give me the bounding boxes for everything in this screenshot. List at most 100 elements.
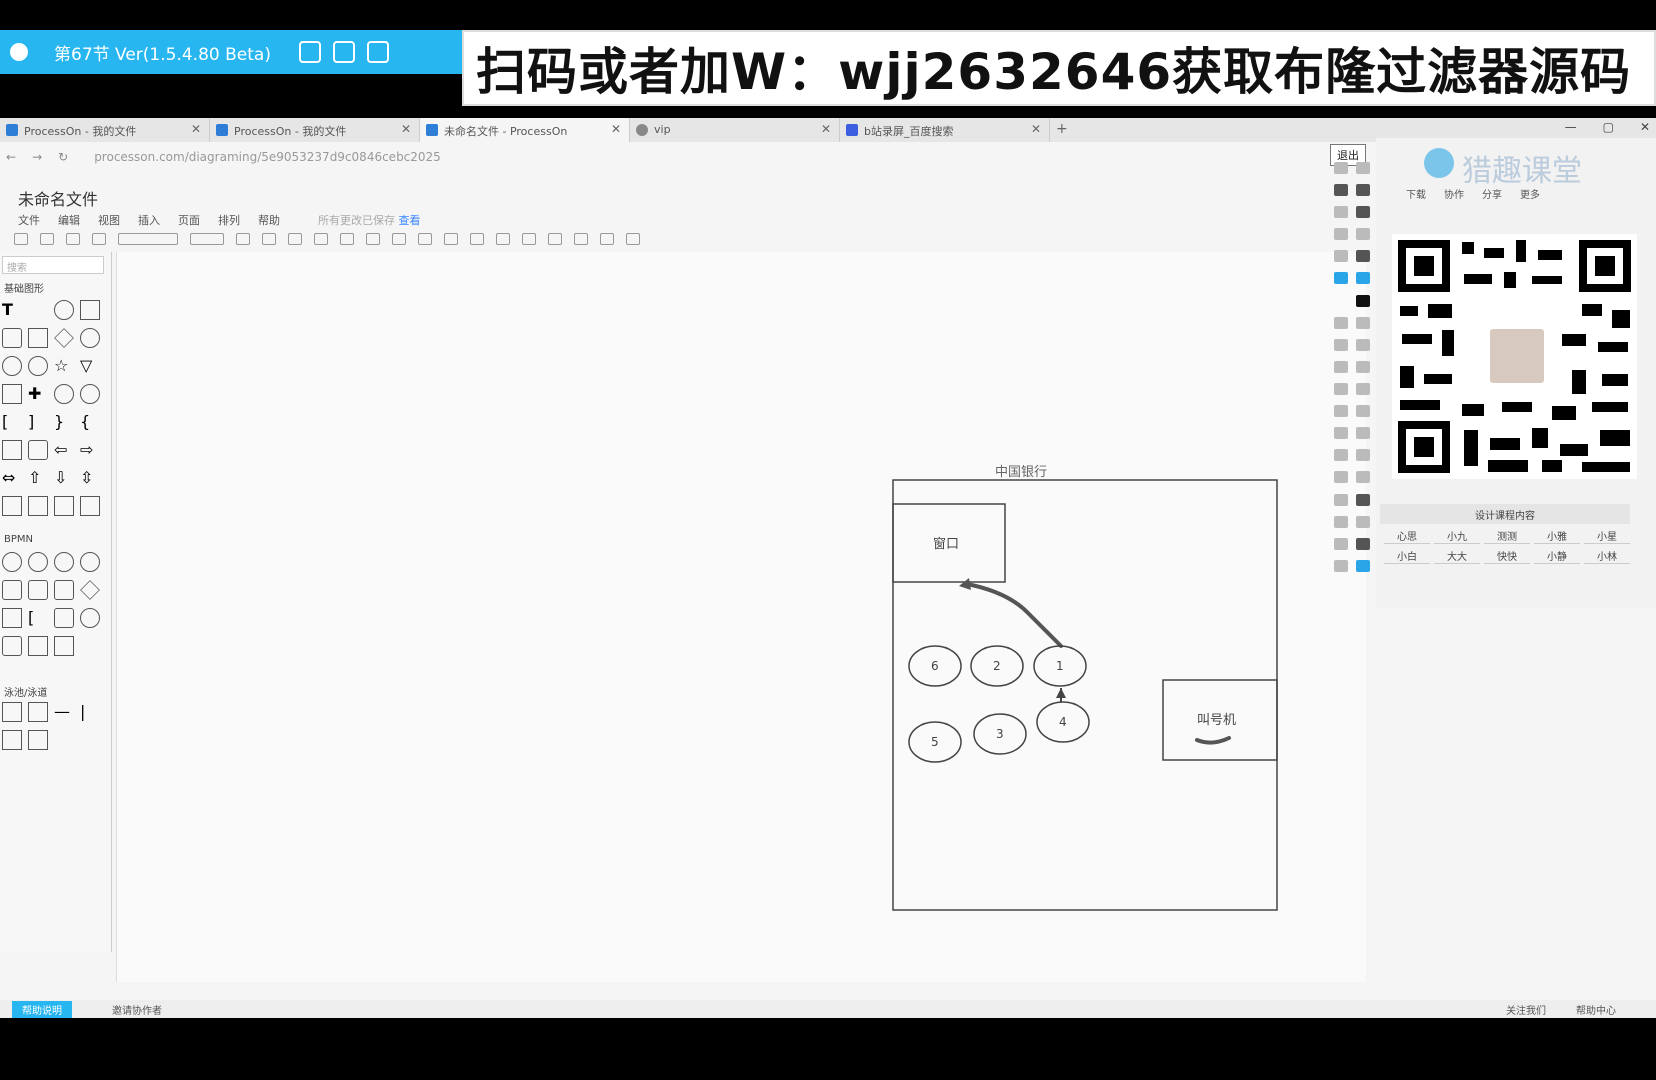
horizontal-separator-icon[interactable]: — (54, 702, 74, 722)
u-turn-shape-icon[interactable] (2, 496, 22, 516)
info-icon[interactable] (1356, 559, 1370, 572)
end-event-icon[interactable] (54, 552, 74, 572)
zoom-out-icon[interactable] (1356, 471, 1370, 484)
category-swimlane[interactable]: 泳池/泳道 (4, 684, 47, 699)
font-color-icon[interactable] (314, 233, 328, 245)
close-tab-icon[interactable]: ✕ (821, 122, 831, 136)
gateway-icon[interactable] (80, 580, 100, 600)
crop-tool-icon[interactable] (1334, 449, 1348, 462)
diagram-canvas[interactable]: 中国银行 窗口 叫号机 1 2 3 4 5 6 (116, 252, 1366, 982)
parallelogram-shape-icon[interactable] (2, 384, 22, 404)
font-family-select[interactable] (118, 233, 178, 245)
close-window-icon[interactable]: ✕ (1640, 120, 1650, 134)
dot-small-icon[interactable] (1356, 162, 1370, 174)
star-shape-icon[interactable]: ☆ (54, 356, 74, 376)
diamond-shape-icon[interactable] (54, 328, 74, 348)
check-tool-icon[interactable] (1334, 427, 1348, 440)
bracket-left-shape-icon[interactable]: [ (2, 412, 22, 432)
bold-icon[interactable] (236, 233, 250, 245)
vertical-lane-icon[interactable] (28, 702, 48, 722)
brace-right-shape-icon[interactable]: } (54, 412, 74, 432)
pentagon-shape-icon[interactable] (80, 328, 100, 348)
text-shape-icon[interactable]: T (2, 300, 22, 320)
close-tab-icon[interactable]: ✕ (611, 122, 621, 136)
mosaic-tool-icon[interactable] (1356, 360, 1370, 373)
dot-large-icon[interactable] (1356, 184, 1370, 197)
u-turn-2-shape-icon[interactable] (28, 496, 48, 516)
circle-shape-icon[interactable] (54, 300, 74, 320)
browser-tab-active[interactable]: 未命名文件 - ProcessOn ✕ (420, 118, 630, 142)
close-tab-icon[interactable]: ✕ (191, 122, 201, 136)
teacher-name[interactable]: 小白 (1384, 548, 1430, 564)
group-icon[interactable] (600, 233, 614, 245)
minimize-icon[interactable]: — (1565, 120, 1577, 134)
fill-icon[interactable] (366, 233, 380, 245)
call-activity-icon[interactable] (54, 580, 74, 600)
blur-tool-icon[interactable] (1356, 383, 1370, 396)
subprocess-icon[interactable] (28, 580, 48, 600)
arrow-tool-icon[interactable] (1356, 338, 1370, 351)
shade-2-icon[interactable] (1334, 228, 1348, 241)
teacher-name[interactable]: 测测 (1484, 528, 1530, 544)
right-arrow-shape-icon[interactable]: ⇨ (80, 440, 100, 460)
undo-icon[interactable] (40, 233, 54, 245)
updown-arrow-shape-icon[interactable]: ⇳ (80, 468, 100, 488)
group-shape-icon[interactable] (54, 608, 74, 628)
arrange-icon[interactable] (548, 233, 562, 245)
color-gray-icon[interactable] (1356, 228, 1370, 241)
export-icon[interactable] (1334, 559, 1348, 572)
line-color-icon[interactable] (392, 233, 406, 245)
vertical-separator-icon[interactable]: | (80, 702, 100, 722)
new-tab-button[interactable]: + (1050, 118, 1074, 142)
format-painter-icon[interactable] (14, 233, 28, 245)
browser-tab[interactable]: b站录屏_百度搜索 ✕ (840, 118, 1050, 142)
teacher-name[interactable]: 小星 (1584, 528, 1630, 544)
close-tab-icon[interactable]: ✕ (401, 122, 411, 136)
teacher-name[interactable]: 大大 (1434, 548, 1480, 564)
corner-shape-icon[interactable] (54, 496, 74, 516)
rounded-rect-shape-icon[interactable] (2, 328, 22, 348)
eraser-icon[interactable] (1356, 316, 1370, 329)
teacher-name[interactable]: 心思 (1384, 528, 1430, 544)
url-field[interactable]: processon.com/diagraming/5e9053237d9c084… (94, 150, 441, 164)
zoom-tool-icon[interactable] (1356, 449, 1370, 462)
help-center-link[interactable]: 帮助中心 (1576, 1002, 1616, 1017)
shade-blue-icon[interactable] (1334, 272, 1348, 285)
browser-tab[interactable]: vip ✕ (630, 118, 840, 142)
underline-icon[interactable] (288, 233, 302, 245)
side-tab-download[interactable]: 下载 (1406, 186, 1426, 201)
cross-shape-icon[interactable]: ✚ (28, 384, 48, 404)
document-title[interactable]: 未命名文件 (18, 186, 98, 210)
annotation-icon[interactable]: [ (28, 608, 48, 628)
pool-task-icon[interactable] (2, 636, 22, 656)
side-tab-share[interactable]: 分享 (1482, 186, 1502, 201)
double-arrow-tool-icon[interactable] (1334, 405, 1348, 418)
side-tab-collab[interactable]: 协作 (1444, 186, 1464, 201)
align-icon[interactable] (340, 233, 354, 245)
copy-icon[interactable] (1334, 515, 1348, 528)
shape-search-input[interactable]: 搜索 (2, 256, 104, 274)
clear-format-icon[interactable] (92, 233, 106, 245)
back-icon[interactable]: ← (6, 150, 16, 164)
maximize-icon[interactable]: ▢ (1603, 120, 1614, 134)
color-charcoal-icon[interactable] (1356, 250, 1370, 263)
intermediate-event-icon[interactable] (28, 552, 48, 572)
line-tool-icon[interactable] (1334, 338, 1348, 351)
teacher-name[interactable]: 小九 (1434, 528, 1480, 544)
shade-1-icon[interactable] (1334, 206, 1348, 219)
boundary-event-icon[interactable] (80, 552, 100, 572)
horizontal-lane-icon[interactable] (28, 730, 48, 750)
task-icon[interactable] (2, 580, 22, 600)
rectangle-shape-icon[interactable] (80, 300, 100, 320)
up-arrow-shape-icon[interactable]: ⇧ (28, 468, 48, 488)
home-icon[interactable] (366, 41, 389, 63)
help-button[interactable]: 帮助说明 (12, 1000, 72, 1018)
forward-icon[interactable]: → (32, 150, 42, 164)
down-arrow-shape-icon[interactable]: ⇩ (54, 468, 74, 488)
ellipse-tool-icon[interactable] (1334, 383, 1348, 396)
close-tab-icon[interactable]: ✕ (1031, 122, 1041, 136)
save-icon[interactable] (1356, 537, 1370, 550)
message-icon[interactable] (54, 636, 74, 656)
italic-icon[interactable] (262, 233, 276, 245)
line-style-icon[interactable] (444, 233, 458, 245)
